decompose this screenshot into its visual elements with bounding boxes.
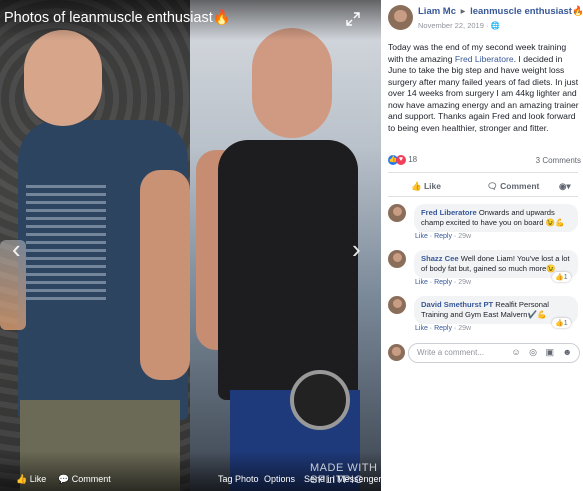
before-photo [0, 0, 190, 491]
options-button[interactable]: Options [264, 474, 295, 484]
comment-button[interactable]: 🗨 Comment [487, 181, 539, 192]
divider [388, 196, 578, 197]
viewer-action-bar: 👍 Like 💬 Comment Tag Photo Options Send … [0, 469, 381, 491]
author-name[interactable]: Liam Mc [418, 6, 456, 17]
post-panel: Liam Mc ▸ leanmuscle enthusiast🔥 Novembe… [381, 0, 583, 491]
album-title[interactable]: Photos of leanmuscle enthusiast🔥 [4, 9, 231, 26]
commenter-name[interactable]: Shazz Cee [421, 254, 459, 263]
reaction-audience-selector[interactable]: ◉▾ [559, 181, 571, 192]
comment-time[interactable]: 29w [458, 325, 471, 332]
thumbs-up-icon: 👍 [555, 274, 564, 281]
comment-reply-link[interactable]: Reply [434, 233, 452, 240]
comment-time[interactable]: 29w [458, 233, 471, 240]
previous-photo-arrow-icon[interactable]: ‹ [12, 236, 21, 262]
chevron-down-icon: ▾ [566, 181, 571, 191]
comment-input-placeholder: Write a comment... [417, 348, 484, 357]
commenter-avatar[interactable] [388, 250, 406, 268]
comment-actions: Like · Reply · 29w [415, 279, 472, 286]
speech-bubble-icon: 💬 [58, 474, 70, 484]
expand-icon[interactable] [346, 12, 360, 26]
commenter-name[interactable]: Fred Liberatore [421, 208, 477, 217]
like-button[interactable]: 👍 Like [411, 181, 441, 192]
love-reaction-icon: ♥ [396, 155, 406, 165]
commenter-name[interactable]: David Smethurst PT [421, 300, 493, 309]
comment-reply-link[interactable]: Reply [434, 325, 452, 332]
thumbs-up-icon: 👍 [555, 320, 564, 327]
comment-like-link[interactable]: Like [415, 325, 428, 332]
thumbs-up-icon: 👍 [411, 181, 422, 191]
author-avatar[interactable] [388, 5, 413, 30]
viewer-like-button[interactable]: 👍 Like [16, 474, 46, 485]
send-in-messenger-button[interactable]: Send in Messenger [304, 474, 381, 484]
comment-like-link[interactable]: Like [415, 279, 428, 286]
target-page-name[interactable]: leanmuscle enthusiast🔥 [470, 6, 583, 17]
comment-like-badge[interactable]: 👍1 [552, 318, 571, 328]
comment-actions: Like · Reply · 29w [415, 325, 472, 332]
shared-to-arrow-icon: ▸ [460, 6, 466, 17]
comments-count[interactable]: 3 Comments [536, 156, 581, 165]
comment-like-badge[interactable]: 👍1 [552, 272, 571, 282]
photo-viewer[interactable]: Photos of leanmuscle enthusiast🔥 ‹ › MAD… [0, 0, 381, 491]
comment-bubble: Fred Liberatore Onwards and upwards cham… [414, 204, 578, 232]
next-photo-arrow-icon[interactable]: › [352, 236, 361, 262]
comment-like-link[interactable]: Like [415, 233, 428, 240]
comment-bubble-icon: 🗨 [487, 181, 498, 191]
reaction-count: 18 [408, 155, 418, 165]
commenter-avatar[interactable] [388, 204, 406, 222]
comment-time[interactable]: 29w [458, 279, 471, 286]
more-options-icon[interactable]: ··· [568, 4, 581, 19]
current-user-avatar [388, 344, 405, 361]
comment-actions: Like · Reply · 29w [415, 233, 472, 240]
mentioned-user-link[interactable]: Fred Liberatore [455, 54, 514, 64]
comment-input[interactable]: Write a comment... ☺ ◎ ▣ ☻ [408, 343, 580, 363]
thumbs-up-icon: 👍 [16, 474, 28, 484]
post-body: Today was the end of my second week trai… [388, 42, 579, 133]
post-header: Liam Mc ▸ leanmuscle enthusiast🔥 [418, 6, 583, 17]
reactions-summary[interactable]: 👍 ♥ 18 [388, 155, 417, 165]
commenter-avatar[interactable] [388, 296, 406, 314]
viewer-comment-button[interactable]: 💬 Comment [58, 474, 111, 485]
post-date[interactable]: November 22, 2019 · 🌐 [418, 21, 500, 30]
divider [388, 172, 578, 173]
comment-reply-link[interactable]: Reply [434, 279, 452, 286]
tag-photo-button[interactable]: Tag Photo [218, 474, 259, 484]
composer-tool-icons[interactable]: ☺ ◎ ▣ ☻ [511, 347, 575, 358]
